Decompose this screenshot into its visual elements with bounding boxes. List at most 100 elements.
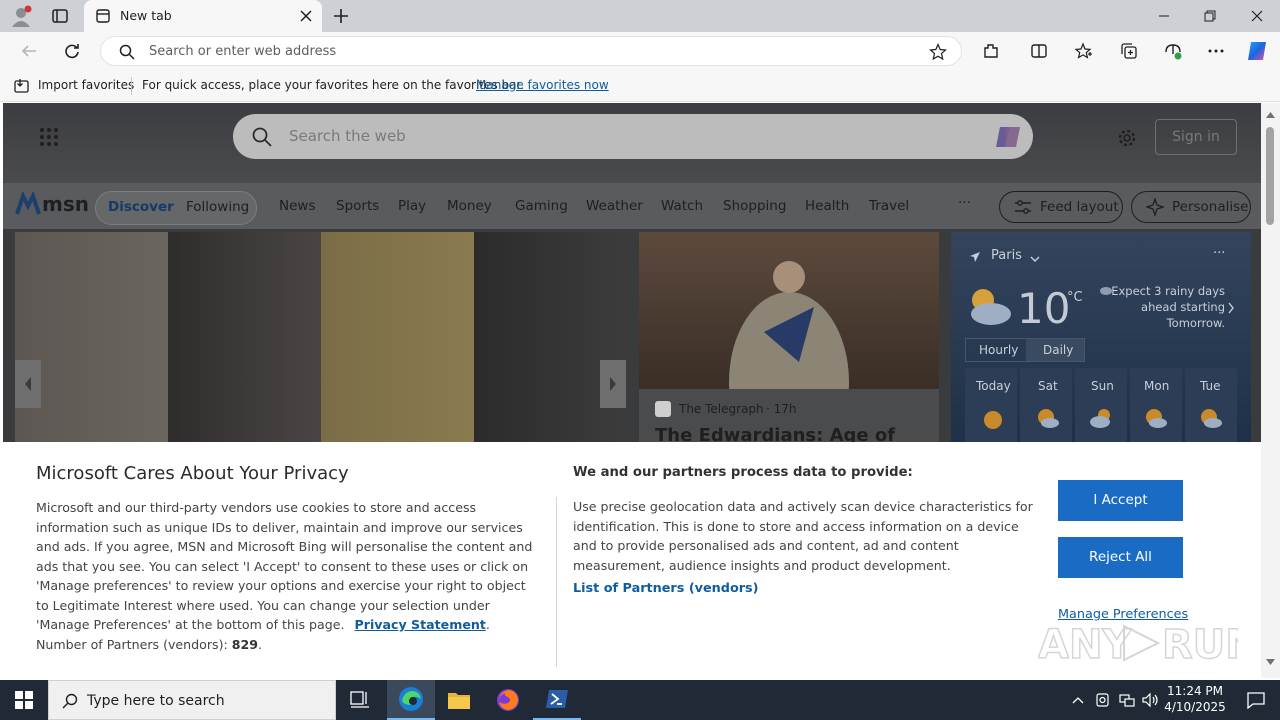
carousel-next-button[interactable]: [600, 360, 626, 408]
restore-button[interactable]: [1187, 0, 1233, 32]
taskbar-powershell-button[interactable]: [533, 680, 581, 720]
privacy-statement-link[interactable]: Privacy Statement: [355, 617, 486, 632]
msn-logo-text: msn: [42, 192, 89, 216]
favbar-divider: [131, 77, 132, 95]
personalise-label: Personalise: [1172, 199, 1249, 215]
weather-more-icon[interactable]: ···: [1213, 246, 1225, 261]
taskbar-firefox-button[interactable]: [484, 680, 532, 720]
app-launcher-icon[interactable]: [39, 127, 59, 147]
news-card[interactable]: The Telegraph · 17h The Edwardians: Age …: [639, 232, 939, 472]
weather-temp: 10: [1017, 284, 1071, 333]
close-tab-icon[interactable]: [300, 10, 312, 22]
svg-text:RUN: RUN: [1162, 622, 1238, 668]
folder-icon: [448, 693, 470, 709]
tab-new-tab[interactable]: New tab: [84, 0, 322, 32]
hero-carousel-image[interactable]: [15, 232, 627, 442]
split-screen-icon[interactable]: [1024, 36, 1054, 66]
news-card-image: [639, 232, 939, 472]
tab-daily[interactable]: Daily: [1043, 343, 1073, 357]
search-icon: [252, 127, 272, 147]
volume-icon[interactable]: [1139, 680, 1163, 720]
nav-play[interactable]: Play: [398, 198, 426, 214]
weather-city[interactable]: Paris: [991, 248, 1022, 263]
new-tab-button[interactable]: [332, 7, 350, 25]
copilot-icon[interactable]: [993, 123, 1023, 151]
extensions-icon[interactable]: [976, 36, 1006, 66]
page-scrollbar[interactable]: [1261, 103, 1280, 678]
nav-more-icon[interactable]: ···: [958, 195, 971, 211]
partly-cloudy-rain-icon: [1036, 408, 1060, 430]
nav-money[interactable]: Money: [447, 198, 492, 214]
taskbar-search-input[interactable]: Type here to search: [48, 680, 336, 720]
sparkle-icon: [1146, 198, 1164, 216]
privacy-consent-dialog: Microsoft Cares About Your Privacy Micro…: [3, 442, 1261, 678]
nav-shopping[interactable]: Shopping: [723, 198, 786, 214]
minimize-button[interactable]: [1141, 0, 1187, 32]
nav-watch[interactable]: Watch: [661, 198, 703, 214]
tab-discover[interactable]: Discover: [108, 199, 174, 215]
notifications-icon[interactable]: [1232, 680, 1280, 720]
firefox-icon: [497, 689, 519, 711]
tab-actions-icon[interactable]: [52, 8, 68, 24]
show-hidden-icons-button[interactable]: [1066, 680, 1090, 720]
personalise-button[interactable]: Personalise: [1131, 191, 1251, 223]
favorite-star-icon[interactable]: [929, 43, 947, 61]
task-view-button[interactable]: [336, 680, 384, 720]
nav-gaming[interactable]: Gaming: [515, 198, 568, 214]
profile-icon[interactable]: [10, 5, 32, 27]
day-tue: Tue: [1200, 379, 1221, 393]
close-window-button[interactable]: [1234, 0, 1280, 32]
address-bar[interactable]: Search or enter web address: [100, 36, 962, 66]
manage-favorites-link[interactable]: Manage favorites now: [476, 78, 609, 92]
import-favorites-icon[interactable]: [14, 78, 30, 94]
search-icon: [62, 693, 78, 709]
sunny-icon: [983, 410, 1003, 430]
taskbar-edge-button[interactable]: [387, 680, 435, 720]
back-button[interactable]: [14, 36, 44, 66]
nav-weather[interactable]: Weather: [586, 198, 643, 214]
browser-essentials-icon[interactable]: [1158, 36, 1188, 66]
nav-sports[interactable]: Sports: [336, 198, 379, 214]
nav-news[interactable]: News: [279, 198, 315, 214]
copilot-icon[interactable]: [1242, 36, 1272, 66]
feed-layout-button[interactable]: Feed layout: [999, 191, 1123, 223]
msn-settings-icon[interactable]: [1116, 127, 1138, 149]
nav-health[interactable]: Health: [805, 198, 849, 214]
msn-logo[interactable]: msn: [15, 190, 89, 220]
weather-card[interactable]: Paris ··· 10 °C Expect 3 rainy days ahea…: [951, 232, 1251, 442]
msn-header: Search the web Sign in: [3, 103, 1261, 183]
nav-travel[interactable]: Travel: [869, 198, 909, 214]
chevron-right-icon[interactable]: [1227, 302, 1235, 314]
carousel-prev-button[interactable]: [15, 360, 41, 408]
new-tab-page-icon: [96, 9, 110, 23]
import-favorites-label[interactable]: Import favorites: [38, 78, 134, 92]
chevron-down-icon[interactable]: [1030, 252, 1040, 262]
settings-more-icon[interactable]: [1201, 36, 1231, 66]
collections-icon[interactable]: [1114, 36, 1144, 66]
address-placeholder: Search or enter web address: [149, 44, 337, 59]
telegraph-logo-icon: [655, 401, 671, 417]
taskbar-clock[interactable]: 11:24 PM 4/10/2025: [1164, 683, 1226, 715]
tab-following[interactable]: Following: [186, 199, 249, 215]
reject-all-button[interactable]: Reject All: [1058, 537, 1183, 578]
web-search-input[interactable]: Search the web: [233, 114, 1033, 159]
start-button[interactable]: [0, 680, 48, 720]
network-icon[interactable]: [1115, 680, 1139, 720]
svg-text:ANY: ANY: [1038, 622, 1132, 668]
edge-icon: [399, 687, 423, 711]
sign-in-button[interactable]: Sign in: [1155, 119, 1237, 155]
favorites-icon[interactable]: [1069, 36, 1099, 66]
taskbar-file-explorer-button[interactable]: [435, 680, 483, 720]
powershell-icon: [546, 690, 568, 708]
clock-date: 4/10/2025: [1164, 700, 1226, 714]
partners-list-link[interactable]: List of Partners (vendors): [573, 581, 759, 596]
refresh-button[interactable]: [57, 36, 87, 66]
partly-cloudy-icon: [1144, 408, 1168, 430]
tab-hourly[interactable]: Hourly: [979, 343, 1018, 357]
news-source: The Telegraph: [679, 402, 764, 416]
accept-button[interactable]: I Accept: [1058, 480, 1183, 521]
security-icon[interactable]: [1091, 680, 1115, 720]
partners-count: 829: [231, 636, 259, 652]
partners-title: We and our partners process data to prov…: [573, 465, 913, 480]
feed-layout-label: Feed layout: [1040, 199, 1119, 215]
